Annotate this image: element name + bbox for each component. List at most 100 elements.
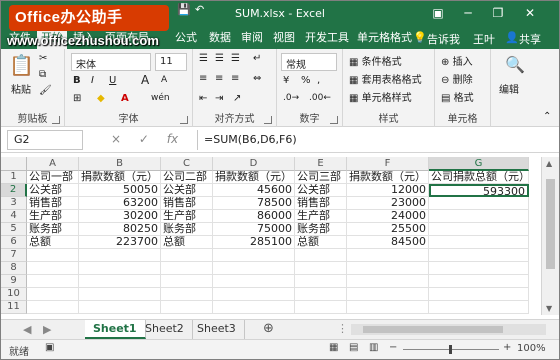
- clipboard-launcher-icon[interactable]: [52, 116, 60, 124]
- wrap-text-icon[interactable]: ↵: [253, 53, 261, 64]
- tab-review[interactable]: 审阅: [237, 31, 267, 49]
- zoom-slider[interactable]: [403, 345, 499, 354]
- cut-icon[interactable]: ✂: [39, 53, 47, 64]
- cell-c6[interactable]: 总额: [161, 236, 213, 249]
- find-icon[interactable]: 🔍: [505, 55, 525, 74]
- align-middle-icon[interactable]: ☰: [215, 53, 224, 64]
- cell-e11[interactable]: [295, 301, 347, 314]
- grow-font-button[interactable]: A: [141, 73, 149, 87]
- font-size-box[interactable]: 11: [155, 53, 187, 71]
- row-header-6[interactable]: 6: [1, 236, 27, 249]
- column-header-g[interactable]: G: [429, 157, 529, 171]
- page-layout-view-icon[interactable]: ▤: [349, 342, 358, 353]
- cell-g2[interactable]: 593300: [429, 184, 529, 197]
- tab-cell-format[interactable]: 单元格格式: [353, 31, 416, 49]
- cell-a2[interactable]: 公关部: [27, 184, 79, 197]
- format-painter-icon[interactable]: 🖌: [39, 85, 52, 96]
- cell-a10[interactable]: [27, 288, 79, 301]
- cell-b1[interactable]: 捐款数额（元）: [79, 171, 161, 184]
- insert-button[interactable]: ⊕ 插入: [441, 53, 473, 68]
- cell-e4[interactable]: 生产部: [295, 210, 347, 223]
- row-header-2[interactable]: 2: [1, 184, 27, 197]
- paste-button[interactable]: 粘贴: [11, 81, 31, 96]
- row-header-9[interactable]: 9: [1, 275, 27, 288]
- close-icon[interactable]: ✕: [515, 1, 545, 27]
- column-header-c[interactable]: C: [161, 157, 213, 171]
- cell-g11[interactable]: [429, 301, 529, 314]
- cell-c3[interactable]: 销售部: [161, 197, 213, 210]
- tab-split-icon[interactable]: ⋮: [337, 322, 348, 335]
- cell-b3[interactable]: 63200: [79, 197, 161, 210]
- user-name[interactable]: 王叶: [473, 31, 495, 47]
- tab-view[interactable]: 视图: [269, 31, 299, 49]
- zoom-level[interactable]: 100%: [517, 343, 546, 354]
- share-button[interactable]: 共享: [519, 31, 541, 47]
- cell-a4[interactable]: 生产部: [27, 210, 79, 223]
- minimize-icon[interactable]: ─: [453, 1, 483, 27]
- bold-button[interactable]: B: [73, 75, 81, 86]
- column-header-b[interactable]: B: [79, 157, 161, 171]
- comma-button[interactable]: ,: [317, 75, 320, 86]
- cell-b5[interactable]: 80250: [79, 223, 161, 236]
- cell-c4[interactable]: 生产部: [161, 210, 213, 223]
- cell-g6[interactable]: [429, 236, 529, 249]
- cell-c5[interactable]: 账务部: [161, 223, 213, 236]
- next-sheet-icon[interactable]: ▶: [43, 323, 51, 336]
- tab-formulas[interactable]: 公式: [171, 31, 201, 49]
- merge-center-icon[interactable]: ⇔: [253, 73, 261, 84]
- cell-f3[interactable]: 23000: [347, 197, 429, 210]
- increase-decimal-icon[interactable]: .0→: [283, 93, 299, 103]
- cell-e2[interactable]: 公关部: [295, 184, 347, 197]
- fill-color-icon[interactable]: ◆: [97, 93, 105, 104]
- restore-icon[interactable]: ❐: [483, 1, 513, 27]
- font-launcher-icon[interactable]: [180, 116, 188, 124]
- currency-icon[interactable]: ¥: [283, 75, 289, 86]
- cell-styles-button[interactable]: ▦ 单元格样式: [349, 89, 412, 104]
- cell-g7[interactable]: [429, 249, 529, 262]
- vertical-scrollbar[interactable]: ▲ ▼: [541, 157, 559, 315]
- horizontal-scroll-thumb[interactable]: [363, 326, 503, 333]
- cell-f4[interactable]: 24000: [347, 210, 429, 223]
- cell-f2[interactable]: 12000: [347, 184, 429, 197]
- alignment-launcher-icon[interactable]: [264, 116, 272, 124]
- row-header-1[interactable]: 1: [1, 171, 27, 184]
- cell-f9[interactable]: [347, 275, 429, 288]
- row-header-11[interactable]: 11: [1, 301, 27, 314]
- align-top-icon[interactable]: ☰: [199, 53, 208, 64]
- row-header-7[interactable]: 7: [1, 249, 27, 262]
- italic-button[interactable]: I: [91, 75, 94, 86]
- cell-e5[interactable]: 账务部: [295, 223, 347, 236]
- align-center-icon[interactable]: ≡: [215, 73, 223, 84]
- cell-g1[interactable]: 公司捐款总额（元）: [429, 171, 529, 184]
- cell-d1[interactable]: 捐款数额（元）: [213, 171, 295, 184]
- font-color-icon[interactable]: A: [121, 93, 129, 104]
- cancel-icon[interactable]: ×: [111, 132, 121, 146]
- format-as-table-button[interactable]: ▦ 套用表格格式: [349, 71, 422, 86]
- cell-e7[interactable]: [295, 249, 347, 262]
- cell-b10[interactable]: [79, 288, 161, 301]
- macro-record-icon[interactable]: ▣: [45, 342, 54, 353]
- column-header-d[interactable]: D: [213, 157, 295, 171]
- tab-data[interactable]: 数据: [205, 31, 235, 49]
- zoom-in-button[interactable]: +: [503, 342, 511, 353]
- underline-button[interactable]: U: [109, 75, 116, 86]
- column-header-a[interactable]: A: [27, 157, 79, 171]
- scroll-down-icon[interactable]: ▼: [546, 304, 552, 313]
- cell-f1[interactable]: 捐款数额（元）: [347, 171, 429, 184]
- percent-button[interactable]: %: [301, 75, 311, 86]
- formula-input[interactable]: =SUM(B6,D6,F6): [197, 130, 549, 150]
- cell-b4[interactable]: 30200: [79, 210, 161, 223]
- vertical-scroll-thumb[interactable]: [546, 179, 555, 269]
- shrink-font-button[interactable]: A: [161, 75, 167, 85]
- cell-g3[interactable]: [429, 197, 529, 210]
- horizontal-scrollbar[interactable]: [351, 324, 546, 335]
- cell-d9[interactable]: [213, 275, 295, 288]
- column-header-e[interactable]: E: [295, 157, 347, 171]
- align-bottom-icon[interactable]: ☰: [231, 53, 240, 64]
- phonetic-button[interactable]: wén: [151, 93, 170, 103]
- cell-c1[interactable]: 公司二部: [161, 171, 213, 184]
- row-header-3[interactable]: 3: [1, 197, 27, 210]
- collapse-ribbon-icon[interactable]: ⌃: [543, 111, 551, 122]
- cell-d5[interactable]: 75000: [213, 223, 295, 236]
- cell-a5[interactable]: 账务部: [27, 223, 79, 236]
